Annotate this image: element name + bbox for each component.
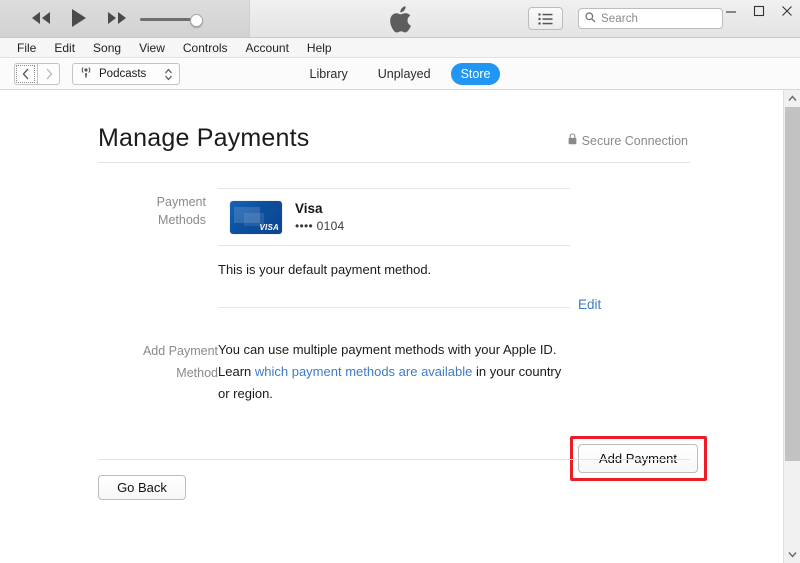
tab-store[interactable]: Store [450, 63, 501, 85]
volume-knob[interactable] [190, 14, 203, 27]
menu-item-file[interactable]: File [8, 38, 45, 58]
tab-library[interactable]: Library [300, 63, 358, 85]
menu-item-controls[interactable]: Controls [174, 38, 237, 58]
list-view-icon[interactable] [528, 7, 563, 30]
store-tabs: Library Unplayed Store [0, 63, 800, 85]
default-payment-note: This is your default payment method. [218, 262, 432, 277]
itunes-window: Search File Edit Song View Controls Acco… [0, 0, 800, 563]
card-masked-number: •••• 0104 [295, 219, 345, 233]
payment-methods-available-link[interactable]: which payment methods are available [255, 364, 473, 379]
lock-icon [568, 133, 577, 148]
card-brand-name: Visa [295, 201, 323, 216]
menu-item-view[interactable]: View [130, 38, 174, 58]
edit-payment-link[interactable]: Edit [578, 297, 601, 312]
card-details: Visa •••• 0104 [295, 201, 345, 233]
payment-methods-label-line2: Methods [158, 213, 206, 227]
payment-method-row[interactable]: VISA Visa •••• 0104 [218, 188, 570, 246]
add-payment-label-line1: Add Payment [142, 344, 218, 358]
go-back-button[interactable]: Go Back [98, 475, 186, 500]
vertical-scrollbar[interactable] [783, 90, 800, 563]
transport-controls [30, 7, 128, 29]
search-icon [585, 10, 596, 28]
title-bar: Search [0, 0, 800, 38]
secure-connection-label: Secure Connection [581, 133, 688, 148]
rewind-icon[interactable] [30, 7, 52, 29]
page-title: Manage Payments [98, 124, 310, 152]
fast-forward-icon[interactable] [106, 7, 128, 29]
menu-item-help[interactable]: Help [298, 38, 341, 58]
bottom-divider [98, 459, 690, 460]
store-content: Manage Payments Secure Connection Paymen… [0, 90, 783, 563]
add-payment-description: You can use multiple payment methods wit… [218, 339, 572, 405]
add-payment-label-line2: Method [176, 366, 218, 380]
add-payment-method-label: Add Payment Method [110, 340, 218, 384]
title-divider [98, 162, 690, 163]
payment-methods-label-line1: Payment [156, 195, 206, 209]
menu-item-account[interactable]: Account [237, 38, 298, 58]
default-note-divider [218, 307, 570, 308]
play-icon[interactable] [68, 7, 90, 29]
maximize-button[interactable] [752, 4, 766, 18]
navigation-bar: Podcasts Library Unplayed Store [0, 59, 800, 90]
payment-methods-label: Payment Methods [110, 193, 206, 229]
scrollbar-thumb[interactable] [785, 107, 800, 461]
secure-connection-indicator: Secure Connection [568, 133, 688, 148]
search-input[interactable]: Search [578, 8, 723, 29]
visa-brand-mark: VISA [259, 222, 279, 232]
menu-item-edit[interactable]: Edit [45, 38, 84, 58]
menu-bar: File Edit Song View Controls Account Hel… [0, 38, 800, 58]
menu-item-song[interactable]: Song [84, 38, 130, 58]
window-controls [724, 4, 794, 18]
close-button[interactable] [780, 4, 794, 18]
apple-logo-icon [388, 6, 412, 39]
scroll-down-button[interactable] [784, 546, 800, 563]
scroll-up-button[interactable] [784, 90, 800, 107]
volume-slider[interactable] [140, 14, 212, 27]
minimize-button[interactable] [724, 4, 738, 18]
search-placeholder: Search [601, 12, 639, 25]
tab-unplayed[interactable]: Unplayed [368, 63, 441, 85]
visa-card-image: VISA [230, 200, 282, 234]
